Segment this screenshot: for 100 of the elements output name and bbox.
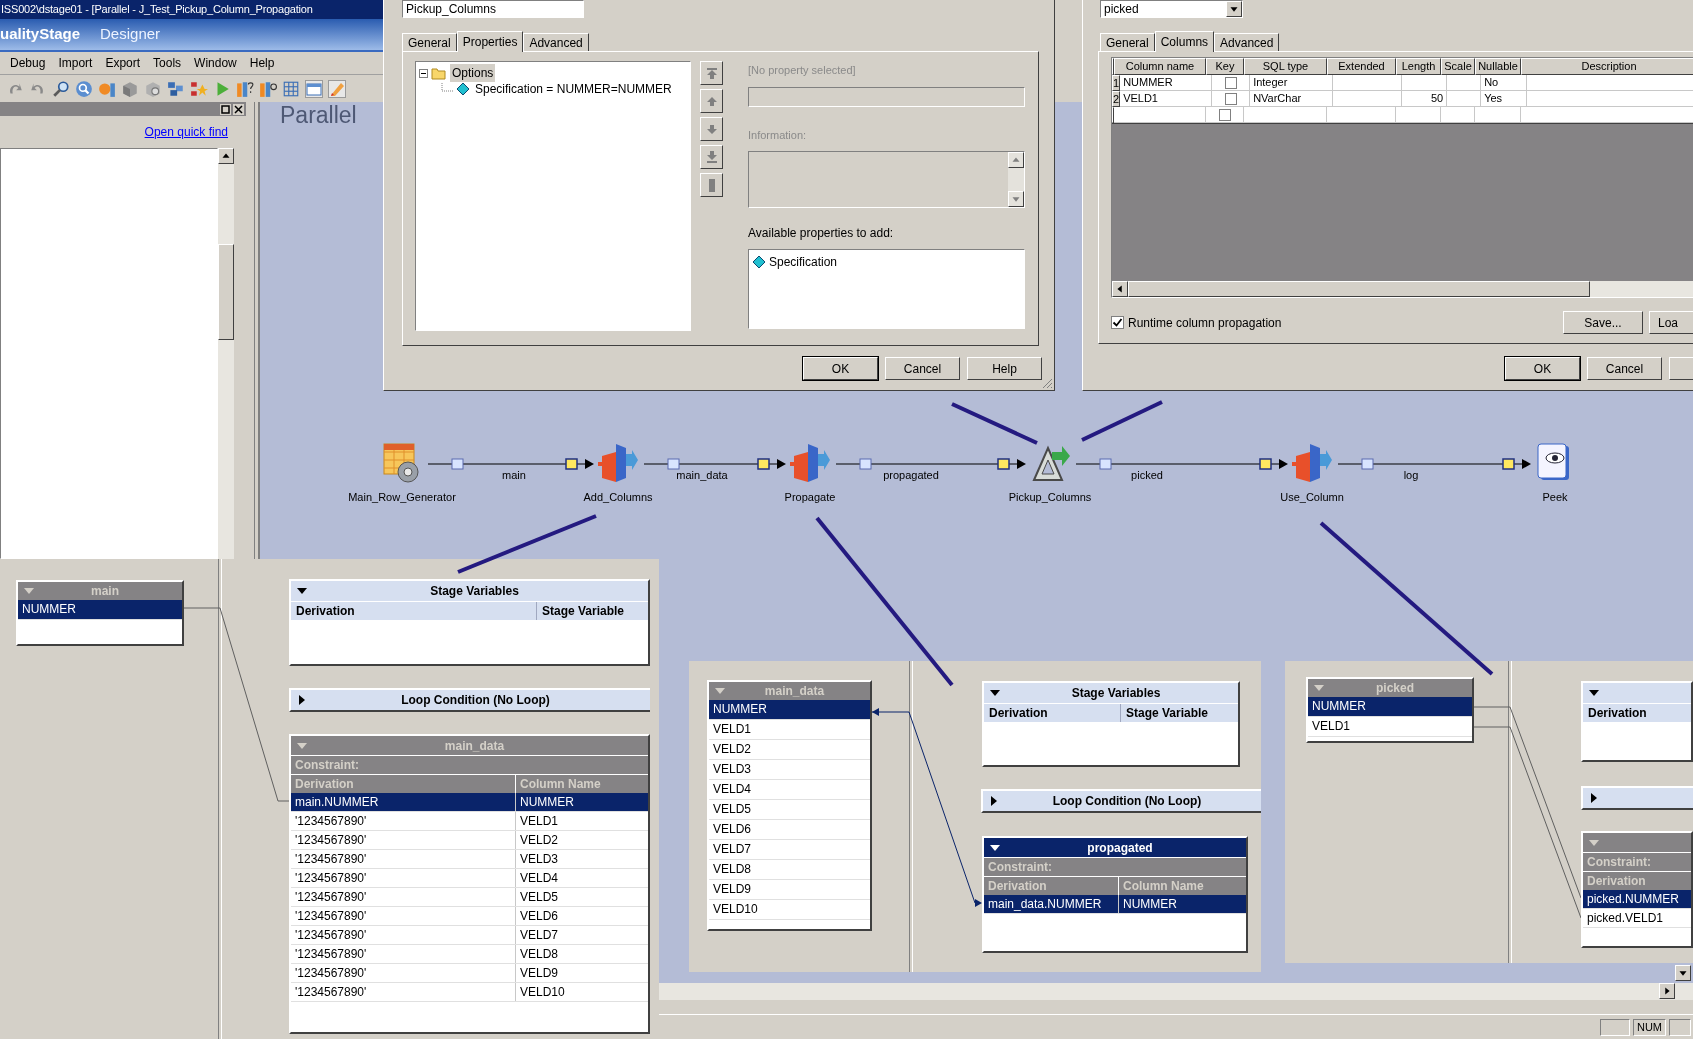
scroll-left-icon[interactable]	[1112, 281, 1128, 297]
scrollbar-thumb[interactable]	[218, 244, 234, 340]
menu-item[interactable]: Help	[249, 54, 275, 72]
horizontal-scrollbar[interactable]	[659, 983, 1693, 1000]
dialog-button[interactable]: OK	[803, 357, 878, 380]
close-icon[interactable]	[233, 103, 244, 115]
quick-find-link[interactable]: Open quick find	[144, 123, 228, 141]
table-icon[interactable]	[305, 80, 323, 98]
column-header[interactable]: Length	[1396, 58, 1441, 75]
checkbox-label[interactable]: Runtime column propagation	[1128, 313, 1282, 332]
column-row[interactable]: VELD3	[709, 760, 870, 780]
column-header[interactable]: Description	[1521, 58, 1693, 75]
column-row[interactable]: NUMMER	[18, 600, 182, 620]
derivation-row[interactable]: main.NUMMER NUMMER	[291, 793, 648, 812]
column-header[interactable]: Scale	[1441, 58, 1475, 75]
column-header[interactable]: Stage Variable	[536, 602, 648, 620]
column-header[interactable]: Column name	[1114, 58, 1206, 75]
dialog-button[interactable]: Cancel	[885, 357, 960, 380]
menu-item[interactable]: Window	[194, 54, 237, 72]
column-row[interactable]: VELD4	[709, 780, 870, 800]
scroll-right-icon[interactable]	[1659, 983, 1675, 999]
scroll-down-icon[interactable]	[1008, 191, 1024, 207]
collapse-icon[interactable]	[419, 68, 428, 78]
column-row[interactable]: NUMMER	[1308, 697, 1472, 717]
derivation-row[interactable]: '1234567890' VELD10	[291, 983, 648, 1002]
dialog-button[interactable]: Cancel	[1587, 357, 1662, 380]
column-row[interactable]: VELD8	[709, 860, 870, 880]
column-row[interactable]: VELD5	[709, 800, 870, 820]
column-header[interactable]: Stage Variable	[1120, 704, 1238, 722]
column-header[interactable]: Derivation	[1583, 704, 1691, 722]
derivation-row[interactable]: '1234567890' VELD8	[291, 945, 648, 964]
collapse-icon[interactable]	[297, 586, 307, 596]
scrollbar[interactable]	[218, 148, 234, 559]
table-icon[interactable]	[282, 80, 300, 98]
derivation-row[interactable]: '1234567890' VELD3	[291, 850, 648, 869]
dialog-button[interactable]: Save...	[1563, 311, 1643, 334]
scroll-down-icon[interactable]	[1675, 965, 1691, 981]
checkbox[interactable]	[1111, 316, 1124, 329]
derivation-row[interactable]: picked.VELD1	[1583, 909, 1691, 928]
expand-icon[interactable]	[989, 796, 999, 806]
tab[interactable]: Advanced	[523, 33, 589, 51]
cube-icon[interactable]	[121, 80, 139, 98]
derivation-row[interactable]: '1234567890' VELD5	[291, 888, 648, 907]
books-icon[interactable]	[236, 80, 254, 98]
checkbox[interactable]	[1224, 76, 1237, 89]
zoom-icon[interactable]	[75, 80, 93, 98]
move-button[interactable]	[700, 173, 723, 197]
column-header[interactable]: Extended	[1327, 58, 1396, 75]
move-button[interactable]	[700, 145, 723, 169]
column-row[interactable]: VELD9	[709, 880, 870, 900]
tab[interactable]: Advanced	[1214, 33, 1280, 51]
checkbox[interactable]	[1218, 108, 1231, 121]
property-value-field[interactable]	[748, 86, 1025, 107]
list-item[interactable]: Specification	[769, 253, 838, 271]
scrollbar[interactable]	[1008, 152, 1024, 207]
derivation-row[interactable]: main_data.NUMMER NUMMER	[984, 895, 1246, 914]
stage-name-field[interactable]: Pickup_Columns	[402, 0, 584, 18]
derivation-row[interactable]: '1234567890' VELD4	[291, 869, 648, 888]
menu-item[interactable]: Tools	[153, 54, 182, 72]
column-row[interactable]: VELD6	[709, 820, 870, 840]
dialog-button[interactable]: Loa	[1649, 311, 1693, 334]
tab[interactable]: General	[1100, 33, 1155, 51]
dialog-button[interactable]: OK	[1505, 357, 1580, 380]
derivation-row[interactable]: picked.NUMMER	[1583, 890, 1691, 909]
derivation-row[interactable]: '1234567890' VELD9	[291, 964, 648, 983]
scrollbar-thumb[interactable]	[1128, 281, 1590, 297]
menu-item[interactable]: Import	[58, 54, 93, 72]
block-arrow-icon[interactable]	[1292, 442, 1332, 484]
tab[interactable]: Properties	[456, 31, 524, 52]
column-header[interactable]: Derivation	[984, 704, 1120, 722]
move-button[interactable]	[700, 61, 723, 85]
scroll-up-icon[interactable]	[1008, 152, 1024, 168]
expand-icon[interactable]	[297, 695, 307, 705]
menu-item[interactable]: Export	[105, 54, 141, 72]
network-icon[interactable]	[190, 80, 208, 98]
scroll-up-icon[interactable]	[218, 148, 234, 164]
expand-icon[interactable]	[1589, 793, 1599, 803]
maximize-icon[interactable]	[220, 103, 231, 115]
tree-item[interactable]: Specification = NUMMER=NUMMER	[473, 80, 674, 98]
column-header[interactable]: SQL type	[1244, 58, 1327, 75]
column-row[interactable]: VELD7	[709, 840, 870, 860]
column-row[interactable]: VELD1	[709, 720, 870, 740]
tab[interactable]: Columns	[1154, 31, 1215, 52]
move-button[interactable]	[700, 117, 723, 141]
column-row[interactable]: NUMMER	[709, 700, 870, 720]
column-row[interactable]: VELD10	[709, 900, 870, 920]
loop-condition-bar[interactable]: Loop Condition (No Loop)	[981, 789, 1261, 813]
column-header[interactable]: Nullable	[1475, 58, 1521, 75]
block-arrow-icon[interactable]	[790, 442, 830, 484]
column-row[interactable]: VELD1	[1308, 717, 1472, 737]
block-arrow-icon[interactable]	[598, 442, 638, 484]
resize-grip-icon[interactable]	[1041, 377, 1053, 389]
menu-item[interactable]: Debug	[10, 54, 46, 72]
tree-item[interactable]: Options	[450, 64, 496, 82]
checkbox[interactable]	[1224, 92, 1237, 105]
tab[interactable]: General	[402, 33, 457, 51]
derivation-row[interactable]: '1234567890' VELD2	[291, 831, 648, 850]
loop-condition-bar[interactable]	[1581, 786, 1693, 810]
derivation-row[interactable]: '1234567890' VELD1	[291, 812, 648, 831]
row-header[interactable]: 1	[1112, 75, 1121, 91]
